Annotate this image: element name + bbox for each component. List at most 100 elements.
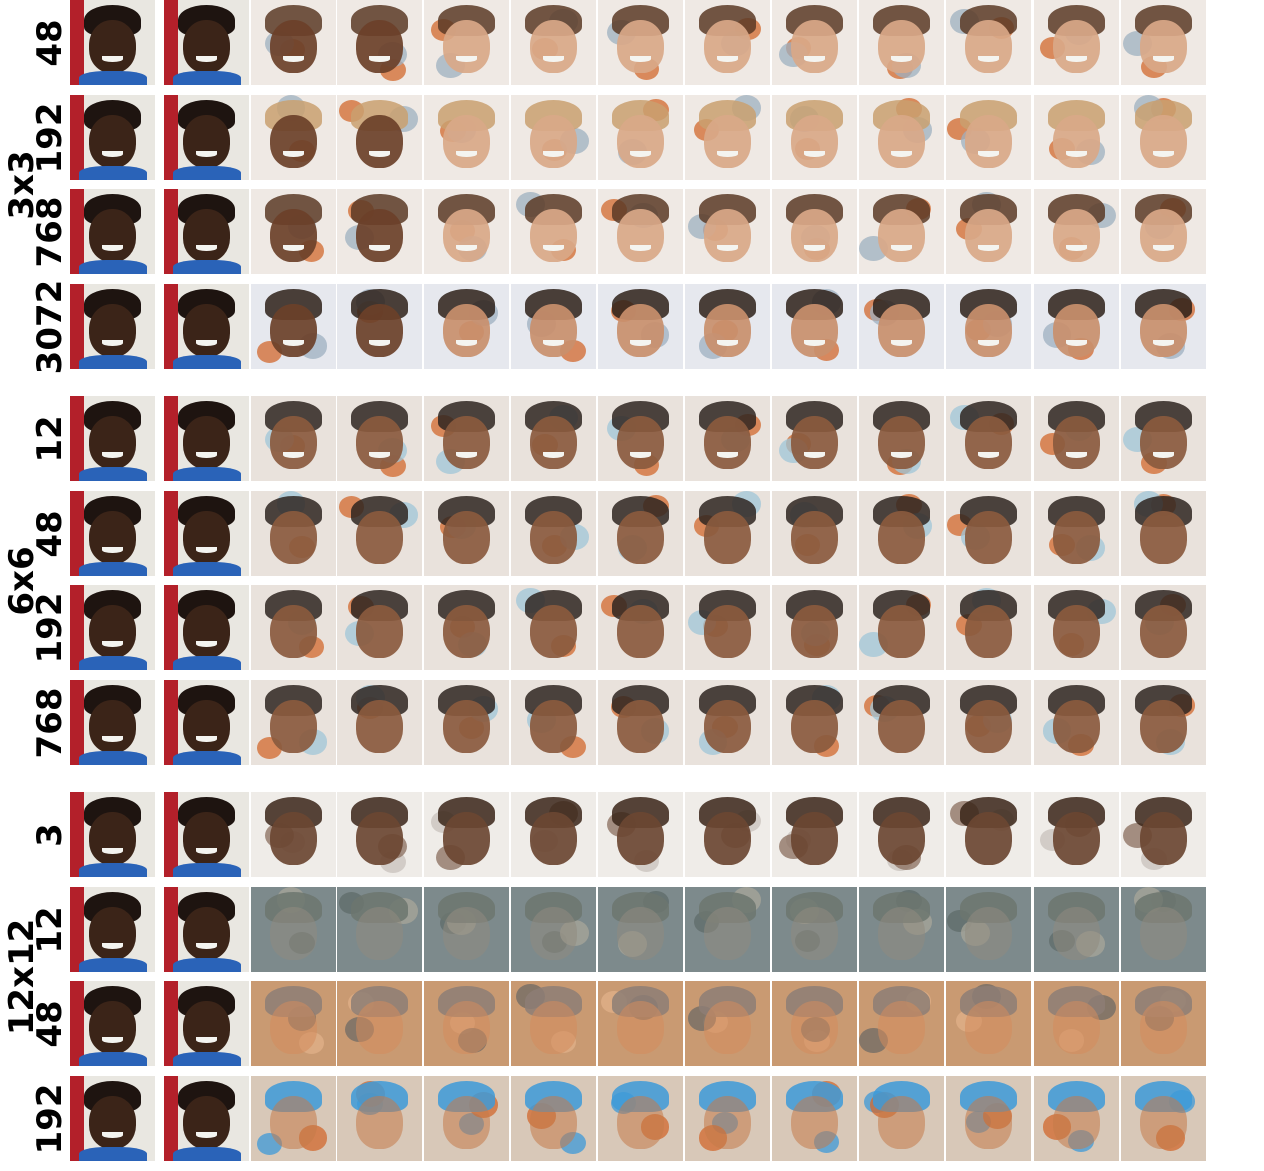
generated-face-image <box>946 491 1031 576</box>
generated-face-image <box>1034 0 1119 85</box>
source-face-image <box>164 1076 249 1161</box>
generated-face-image <box>946 95 1031 180</box>
generated-face-image <box>685 680 770 765</box>
generated-face-image <box>946 585 1031 670</box>
generated-face-image <box>511 585 596 670</box>
generated-face-image <box>685 887 770 972</box>
generated-face-image <box>772 396 857 481</box>
generated-face-image <box>598 792 683 877</box>
generated-face-image <box>511 0 596 85</box>
generated-face-image <box>1034 396 1119 481</box>
generated-face-image <box>598 981 683 1066</box>
generated-face-image <box>598 887 683 972</box>
generated-face-image <box>946 680 1031 765</box>
source-face-image <box>70 981 155 1066</box>
generated-face-image <box>1034 284 1119 369</box>
source-face-image <box>70 1076 155 1161</box>
generated-face-image <box>251 981 336 1066</box>
figure-grid: 3x3 48 192 768 3072 6x6 12 48 192 768 12x12 3 12 48 19… <box>0 0 1264 1171</box>
row-label: 192 <box>30 1083 70 1154</box>
generated-face-image <box>424 792 509 877</box>
generated-face-image <box>1121 284 1206 369</box>
generated-face-image <box>337 887 422 972</box>
source-face-image <box>70 491 155 576</box>
source-face-image <box>70 189 155 274</box>
generated-face-image <box>1121 680 1206 765</box>
generated-face-image <box>946 189 1031 274</box>
generated-face-image <box>1034 680 1119 765</box>
source-face-image <box>70 95 155 180</box>
row-label: 3 <box>30 822 70 847</box>
generated-face-image <box>511 396 596 481</box>
source-face-image <box>164 585 249 670</box>
source-face-image <box>164 887 249 972</box>
generated-face-image <box>772 284 857 369</box>
generated-face-image <box>772 0 857 85</box>
generated-face-image <box>1121 585 1206 670</box>
generated-face-image <box>1121 887 1206 972</box>
generated-face-image <box>1034 981 1119 1066</box>
generated-face-image <box>772 95 857 180</box>
generated-face-image <box>424 491 509 576</box>
generated-face-image <box>1034 189 1119 274</box>
generated-face-image <box>1034 95 1119 180</box>
generated-face-image <box>1034 1076 1119 1161</box>
generated-face-image <box>685 0 770 85</box>
generated-face-image <box>772 1076 857 1161</box>
generated-face-image <box>337 981 422 1066</box>
generated-face-image <box>946 887 1031 972</box>
generated-face-image <box>337 396 422 481</box>
generated-face-image <box>251 189 336 274</box>
generated-face-image <box>424 585 509 670</box>
generated-face-image <box>251 792 336 877</box>
generated-face-image <box>685 284 770 369</box>
generated-face-image <box>1121 981 1206 1066</box>
row-label: 3072 <box>30 279 70 374</box>
generated-face-image <box>251 680 336 765</box>
generated-face-image <box>1034 491 1119 576</box>
generated-face-image <box>251 0 336 85</box>
generated-face-image <box>337 680 422 765</box>
source-face-image <box>70 0 155 85</box>
source-face-image <box>164 189 249 274</box>
source-face-image <box>164 680 249 765</box>
generated-face-image <box>598 585 683 670</box>
generated-face-image <box>685 792 770 877</box>
generated-face-image <box>511 189 596 274</box>
generated-face-image <box>1121 189 1206 274</box>
generated-face-image <box>337 792 422 877</box>
generated-face-image <box>685 491 770 576</box>
generated-face-image <box>946 284 1031 369</box>
generated-face-image <box>772 887 857 972</box>
generated-face-image <box>859 0 944 85</box>
generated-face-image <box>337 95 422 180</box>
generated-face-image <box>859 887 944 972</box>
generated-face-image <box>598 284 683 369</box>
generated-face-image <box>859 1076 944 1161</box>
generated-face-image <box>511 491 596 576</box>
generated-face-image <box>772 792 857 877</box>
generated-face-image <box>859 981 944 1066</box>
generated-face-image <box>511 1076 596 1161</box>
generated-face-image <box>251 491 336 576</box>
row-label: 48 <box>30 18 70 67</box>
generated-face-image <box>511 284 596 369</box>
generated-face-image <box>946 981 1031 1066</box>
source-face-image <box>164 792 249 877</box>
generated-face-image <box>859 95 944 180</box>
generated-face-image <box>598 680 683 765</box>
generated-face-image <box>1121 0 1206 85</box>
generated-face-image <box>1121 792 1206 877</box>
generated-face-image <box>511 95 596 180</box>
generated-face-image <box>859 284 944 369</box>
generated-face-image <box>1121 396 1206 481</box>
generated-face-image <box>1034 887 1119 972</box>
source-face-image <box>70 680 155 765</box>
generated-face-image <box>424 680 509 765</box>
generated-face-image <box>424 0 509 85</box>
generated-face-image <box>598 189 683 274</box>
row-label: 48 <box>30 509 70 558</box>
row-label: 768 <box>30 687 70 758</box>
generated-face-image <box>511 981 596 1066</box>
generated-face-image <box>598 1076 683 1161</box>
